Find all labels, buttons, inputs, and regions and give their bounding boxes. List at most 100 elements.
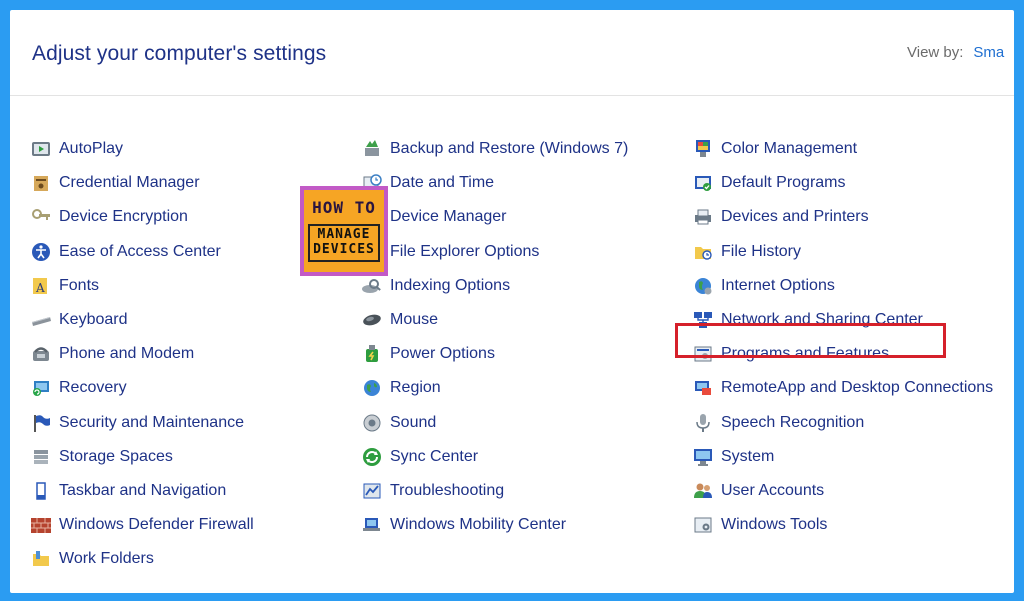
- item-label: Windows Defender Firewall: [59, 516, 254, 534]
- control-panel-item-default-programs[interactable]: Default Programs: [692, 166, 993, 200]
- control-panel-item-speech-recognition[interactable]: Speech Recognition: [692, 406, 993, 440]
- storage-spaces-icon: [30, 446, 52, 468]
- ease-of-access-icon: [30, 241, 52, 263]
- region-globe-icon: [361, 377, 383, 399]
- highlight-box: [675, 323, 946, 358]
- user-accounts-icon: [692, 480, 714, 502]
- control-panel-item-device-manager[interactable]: Device Manager: [361, 200, 628, 234]
- backup-restore-icon: [361, 138, 383, 160]
- control-panel-item-file-history[interactable]: File History: [692, 235, 993, 269]
- control-panel-item-internet-options[interactable]: Internet Options: [692, 269, 993, 303]
- item-label: Devices and Printers: [721, 208, 869, 226]
- control-panel-item-sound[interactable]: Sound: [361, 406, 628, 440]
- devices-printers-icon: [692, 206, 714, 228]
- power-options-icon: [361, 343, 383, 365]
- view-by-dropdown[interactable]: Sma: [973, 44, 1004, 61]
- keyboard-icon: [30, 309, 52, 331]
- sync-center-icon: [361, 446, 383, 468]
- logo-line-1: HOW TO: [312, 198, 376, 218]
- item-label: Sound: [390, 413, 437, 431]
- logo-box: MANAGE DEVICES: [308, 224, 380, 262]
- control-panel-item-color-management[interactable]: Color Management: [692, 132, 993, 166]
- control-panel-item-power-options[interactable]: Power Options: [361, 337, 628, 371]
- item-label: Mouse: [390, 311, 439, 329]
- microphone-icon: [692, 412, 714, 434]
- item-label: User Accounts: [721, 481, 825, 499]
- control-panel-window: Adjust your computer's settings View by:…: [10, 10, 1014, 593]
- logo-line-3: DEVICES: [313, 242, 375, 257]
- internet-options-icon: [692, 275, 714, 297]
- item-label: Power Options: [390, 345, 495, 363]
- control-panel-item-autoplay[interactable]: AutoPlay: [30, 132, 254, 166]
- item-label: Phone and Modem: [59, 345, 195, 363]
- item-label: Recovery: [59, 379, 127, 397]
- indexing-options-icon: [361, 275, 383, 297]
- control-panel-item-region[interactable]: Region: [361, 371, 628, 405]
- control-panel-item-file-explorer-options[interactable]: File Explorer Options: [361, 235, 628, 269]
- item-label: Ease of Access Center: [59, 242, 221, 260]
- item-label: Backup and Restore (Windows 7): [390, 140, 629, 158]
- troubleshooting-icon: [361, 480, 383, 502]
- remoteapp-icon: [692, 377, 714, 399]
- control-panel-item-phone-and-modem[interactable]: Phone and Modem: [30, 337, 254, 371]
- header: Adjust your computer's settings View by:…: [10, 10, 1014, 96]
- control-panel-item-indexing-options[interactable]: Indexing Options: [361, 269, 628, 303]
- control-panel-item-remoteapp-and-desktop-connections[interactable]: RemoteApp and Desktop Connections: [692, 371, 993, 405]
- control-panel-item-taskbar-and-navigation[interactable]: Taskbar and Navigation: [30, 474, 254, 508]
- default-programs-icon: [692, 172, 714, 194]
- logo-line-2: MANAGE: [317, 227, 371, 243]
- control-panel-item-windows-tools[interactable]: Windows Tools: [692, 508, 993, 542]
- item-label: Device Encryption: [59, 208, 188, 226]
- item-label: Windows Mobility Center: [390, 516, 567, 534]
- control-panel-item-system[interactable]: System: [692, 440, 993, 474]
- control-panel-item-credential-manager[interactable]: Credential Manager: [30, 166, 254, 200]
- column-2: Backup and Restore (Windows 7) Date and T…: [361, 132, 628, 542]
- control-panel-item-work-folders[interactable]: Work Folders: [30, 542, 254, 576]
- item-label: Credential Manager: [59, 174, 200, 192]
- control-panel-item-windows-defender-firewall[interactable]: Windows Defender Firewall: [30, 508, 254, 542]
- item-label: Security and Maintenance: [59, 413, 244, 431]
- mouse-icon: [361, 309, 383, 331]
- control-panel-item-windows-mobility-center[interactable]: Windows Mobility Center: [361, 508, 628, 542]
- view-by-label: View by:: [907, 44, 964, 61]
- control-panel-item-security-and-maintenance[interactable]: Security and Maintenance: [30, 406, 254, 440]
- credential-manager-icon: [30, 172, 52, 194]
- control-panel-item-recovery[interactable]: Recovery: [30, 371, 254, 405]
- item-label: Region: [390, 379, 441, 397]
- control-panel-item-keyboard[interactable]: Keyboard: [30, 303, 254, 337]
- security-flag-icon: [30, 412, 52, 434]
- control-panel-item-user-accounts[interactable]: User Accounts: [692, 474, 993, 508]
- firewall-icon: [30, 514, 52, 536]
- device-encryption-icon: [30, 206, 52, 228]
- work-folders-icon: [30, 548, 52, 570]
- mobility-center-icon: [361, 514, 383, 536]
- color-management-icon: [692, 138, 714, 160]
- item-label: Storage Spaces: [59, 447, 173, 465]
- column-1: AutoPlay Credential Manager Device Encrypt…: [30, 132, 254, 576]
- control-panel-item-mouse[interactable]: Mouse: [361, 303, 628, 337]
- item-label: Keyboard: [59, 311, 128, 329]
- fonts-icon: A: [30, 275, 52, 297]
- file-history-icon: [692, 241, 714, 263]
- control-panel-item-date-and-time[interactable]: Date and Time: [361, 166, 628, 200]
- item-label: Indexing Options: [390, 276, 511, 294]
- item-label: Troubleshooting: [390, 481, 505, 499]
- control-panel-item-device-encryption[interactable]: Device Encryption: [30, 200, 254, 234]
- control-panel-item-ease-of-access-center[interactable]: Ease of Access Center: [30, 235, 254, 269]
- recovery-icon: [30, 377, 52, 399]
- item-label: Work Folders: [59, 550, 154, 568]
- windows-tools-icon: [692, 514, 714, 536]
- control-panel-item-devices-and-printers[interactable]: Devices and Printers: [692, 200, 993, 234]
- item-label: Default Programs: [721, 174, 846, 192]
- system-monitor-icon: [692, 446, 714, 468]
- control-panel-item-troubleshooting[interactable]: Troubleshooting: [361, 474, 628, 508]
- control-panel-item-backup-and-restore-windows-7[interactable]: Backup and Restore (Windows 7): [361, 132, 628, 166]
- item-label: File History: [721, 242, 802, 260]
- taskbar-icon: [30, 480, 52, 502]
- page-title: Adjust your computer's settings: [32, 42, 327, 65]
- control-panel-item-fonts[interactable]: A Fonts: [30, 269, 254, 303]
- control-panel-item-sync-center[interactable]: Sync Center: [361, 440, 628, 474]
- item-label: Internet Options: [721, 276, 835, 294]
- control-panel-item-storage-spaces[interactable]: Storage Spaces: [30, 440, 254, 474]
- item-label: Device Manager: [390, 208, 507, 226]
